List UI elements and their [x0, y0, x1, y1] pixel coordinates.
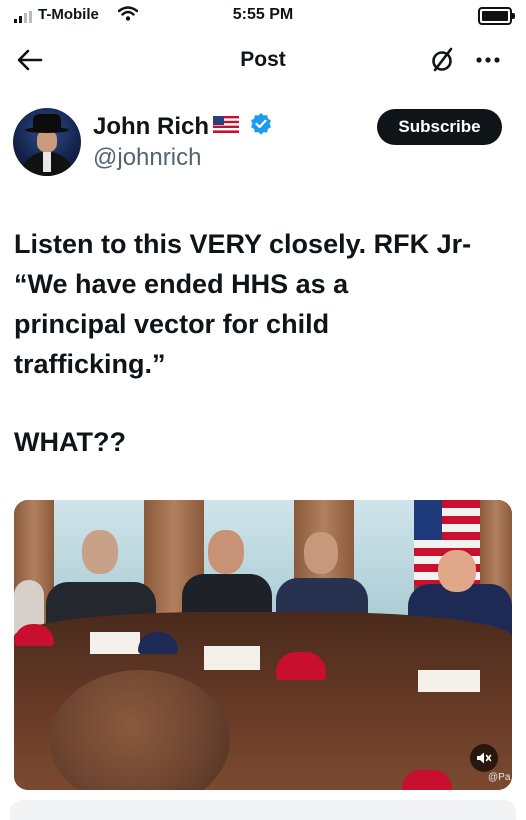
next-post-card[interactable]: [10, 800, 516, 820]
post-author: John Rich @johnrich Subscribe: [0, 104, 526, 184]
author-handle[interactable]: @johnrich: [93, 144, 201, 172]
post-line: “We have ended HHS as a: [14, 269, 349, 299]
video-watermark: @Pa: [488, 772, 511, 783]
back-arrow-icon[interactable]: [12, 44, 48, 76]
name-placard: [204, 646, 260, 670]
post-video[interactable]: @Pa: [14, 500, 512, 790]
paper-sheet: [418, 670, 480, 692]
status-time: 5:55 PM: [232, 6, 294, 23]
verified-badge-icon: [249, 112, 273, 141]
avatar[interactable]: [13, 108, 81, 176]
post-closing-line: WHAT??: [14, 427, 126, 457]
post-line: trafficking.”: [14, 349, 166, 379]
author-display-name[interactable]: John Rich: [93, 113, 209, 141]
red-cap: [276, 652, 326, 680]
nav-bar: Post: [0, 38, 526, 82]
author-name-row: John Rich: [93, 112, 273, 141]
post-line: Listen to this VERY closely. RFK Jr-: [14, 229, 472, 259]
us-flag-icon: [213, 115, 240, 138]
post-line: principal vector for child: [14, 309, 330, 339]
speaker-muted-icon[interactable]: [470, 744, 498, 772]
slashed-circle-icon[interactable]: [426, 44, 458, 76]
name-placard: [90, 632, 140, 654]
post-text: Listen to this VERY closely. RFK Jr- “We…: [14, 224, 514, 462]
more-options-icon[interactable]: [472, 44, 504, 76]
status-bar: T-Mobile 5:55 PM: [0, 0, 526, 30]
subscribe-button[interactable]: Subscribe: [377, 109, 502, 145]
battery-icon: [478, 7, 515, 25]
red-cap: [402, 770, 452, 790]
